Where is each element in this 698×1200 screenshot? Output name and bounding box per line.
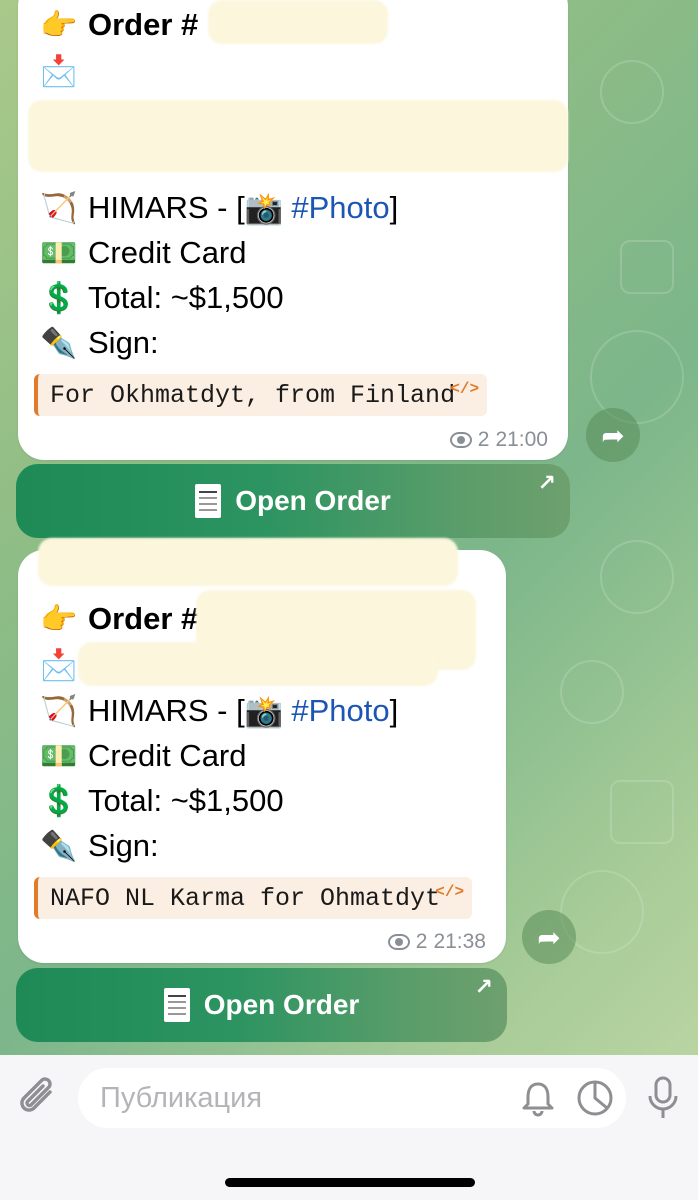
background-doodle <box>600 540 674 614</box>
payment-method: Credit Card <box>88 235 247 270</box>
message-meta: 2 21:00 <box>449 428 548 452</box>
envelope-icon: 📩 <box>40 54 78 88</box>
sign-label: Sign: <box>88 325 159 360</box>
eye-icon <box>387 934 410 950</box>
microphone-icon <box>648 1076 678 1118</box>
envelope-icon: 📩 <box>40 648 78 682</box>
attach-button[interactable] <box>16 1074 60 1125</box>
item-line: 🏹 HIMARS - [ 📸 #Photo ] <box>38 688 398 734</box>
sign-label: Sign: <box>88 828 159 863</box>
order-line: 👉 Order # <box>38 2 198 48</box>
background-doodle <box>620 240 674 294</box>
code-icon: </> <box>450 380 480 398</box>
pointing-hand-icon: 👉 <box>40 602 78 636</box>
message-bubble: 👉 Order # 📩 🏹 HIMARS - [ 📸 #Photo ] 💵 Cr… <box>18 538 506 963</box>
photo-hashtag-link[interactable]: #Photo <box>291 693 389 729</box>
message-meta: 2 21:38 <box>387 930 486 954</box>
item-line: 🏹 HIMARS - [ 📸 #Photo ] <box>38 185 398 231</box>
total-line: 💲 Total: ~$1,500 <box>38 778 284 824</box>
order-line: 👉 Order # <box>38 596 198 642</box>
background-doodle <box>610 780 674 844</box>
money-icon: 💵 <box>40 739 78 773</box>
input-placeholder: Публикация <box>100 1081 263 1114</box>
bow-and-arrow-icon: 🏹 <box>40 191 78 225</box>
view-count: 2 <box>477 428 490 451</box>
sign-line: ✒️ Sign: <box>38 320 159 366</box>
signature-quote[interactable]: For Okhmatdyt, from Finland </> <box>34 374 488 416</box>
share-button[interactable]: ➦ <box>522 910 576 964</box>
notification-toggle-button[interactable] <box>518 1078 558 1123</box>
signature-quote[interactable]: NAFO NL Karma for Ohmatdyt </> <box>34 877 473 919</box>
background-doodle <box>600 60 664 124</box>
bracket-close: ] <box>389 693 399 728</box>
camera-icon: 📸 <box>244 693 284 729</box>
dollar-icon: 💲 <box>40 784 78 818</box>
payment-method: Credit Card <box>88 738 247 773</box>
share-button[interactable]: ➦ <box>586 408 640 462</box>
photo-hashtag-link[interactable]: #Photo <box>291 190 389 226</box>
redacted-area <box>38 538 458 586</box>
message-bubble: 👉 Order # 📩 🏹 HIMARS - [ 📸 #Photo ] 💵 Cr… <box>18 0 568 460</box>
paperclip-icon <box>20 1077 52 1112</box>
open-order-button[interactable]: Open Order ↗ <box>16 464 570 538</box>
background-doodle <box>560 660 624 724</box>
open-order-button[interactable]: Open Order ↗ <box>16 968 507 1042</box>
sign-line: ✒️ Sign: <box>38 823 159 869</box>
timer-icon <box>577 1080 613 1116</box>
open-order-label: Open Order <box>203 989 360 1020</box>
voice-message-button[interactable] <box>644 1074 682 1127</box>
camera-icon: 📸 <box>244 190 284 226</box>
pen-icon: ✒️ <box>40 829 78 863</box>
receipt-icon <box>163 988 190 1022</box>
redacted-area <box>28 100 568 172</box>
total-amount: Total: ~$1,500 <box>88 783 284 818</box>
redacted-area <box>208 0 388 44</box>
external-arrow-icon: ↗ <box>537 470 556 495</box>
redacted-area <box>78 642 438 686</box>
home-indicator <box>225 1178 475 1187</box>
bell-icon <box>522 1082 554 1117</box>
bow-and-arrow-icon: 🏹 <box>40 694 78 728</box>
pointing-hand-icon: 👉 <box>40 8 78 42</box>
schedule-button[interactable] <box>574 1077 616 1124</box>
view-count: 2 <box>415 930 428 953</box>
signature-text: NAFO NL Karma for Ohmatdyt <box>50 883 441 913</box>
payment-line: 💵 Credit Card <box>38 733 247 779</box>
external-arrow-icon: ↗ <box>474 974 493 999</box>
total-amount: Total: ~$1,500 <box>88 280 284 315</box>
payment-line: 💵 Credit Card <box>38 230 247 276</box>
eye-icon <box>449 432 472 448</box>
forward-arrow-icon: ➦ <box>601 419 625 451</box>
receipt-icon <box>195 484 222 518</box>
total-line: 💲 Total: ~$1,500 <box>38 275 284 321</box>
signature-text: For Okhmatdyt, from Finland <box>50 380 456 410</box>
code-icon: </> <box>435 883 465 901</box>
open-order-label: Open Order <box>235 485 391 516</box>
item-name: HIMARS - [ <box>88 190 245 225</box>
money-icon: 💵 <box>40 236 78 270</box>
order-label: Order # <box>88 7 199 42</box>
item-name: HIMARS - [ <box>88 693 245 728</box>
dollar-icon: 💲 <box>40 281 78 315</box>
bracket-close: ] <box>389 190 399 225</box>
message-time: 21:00 <box>495 428 548 451</box>
forward-arrow-icon: ➦ <box>537 921 561 953</box>
order-label: Order # <box>88 601 199 636</box>
pen-icon: ✒️ <box>40 326 78 360</box>
email-line: 📩 <box>38 48 88 94</box>
message-time: 21:38 <box>433 930 486 953</box>
